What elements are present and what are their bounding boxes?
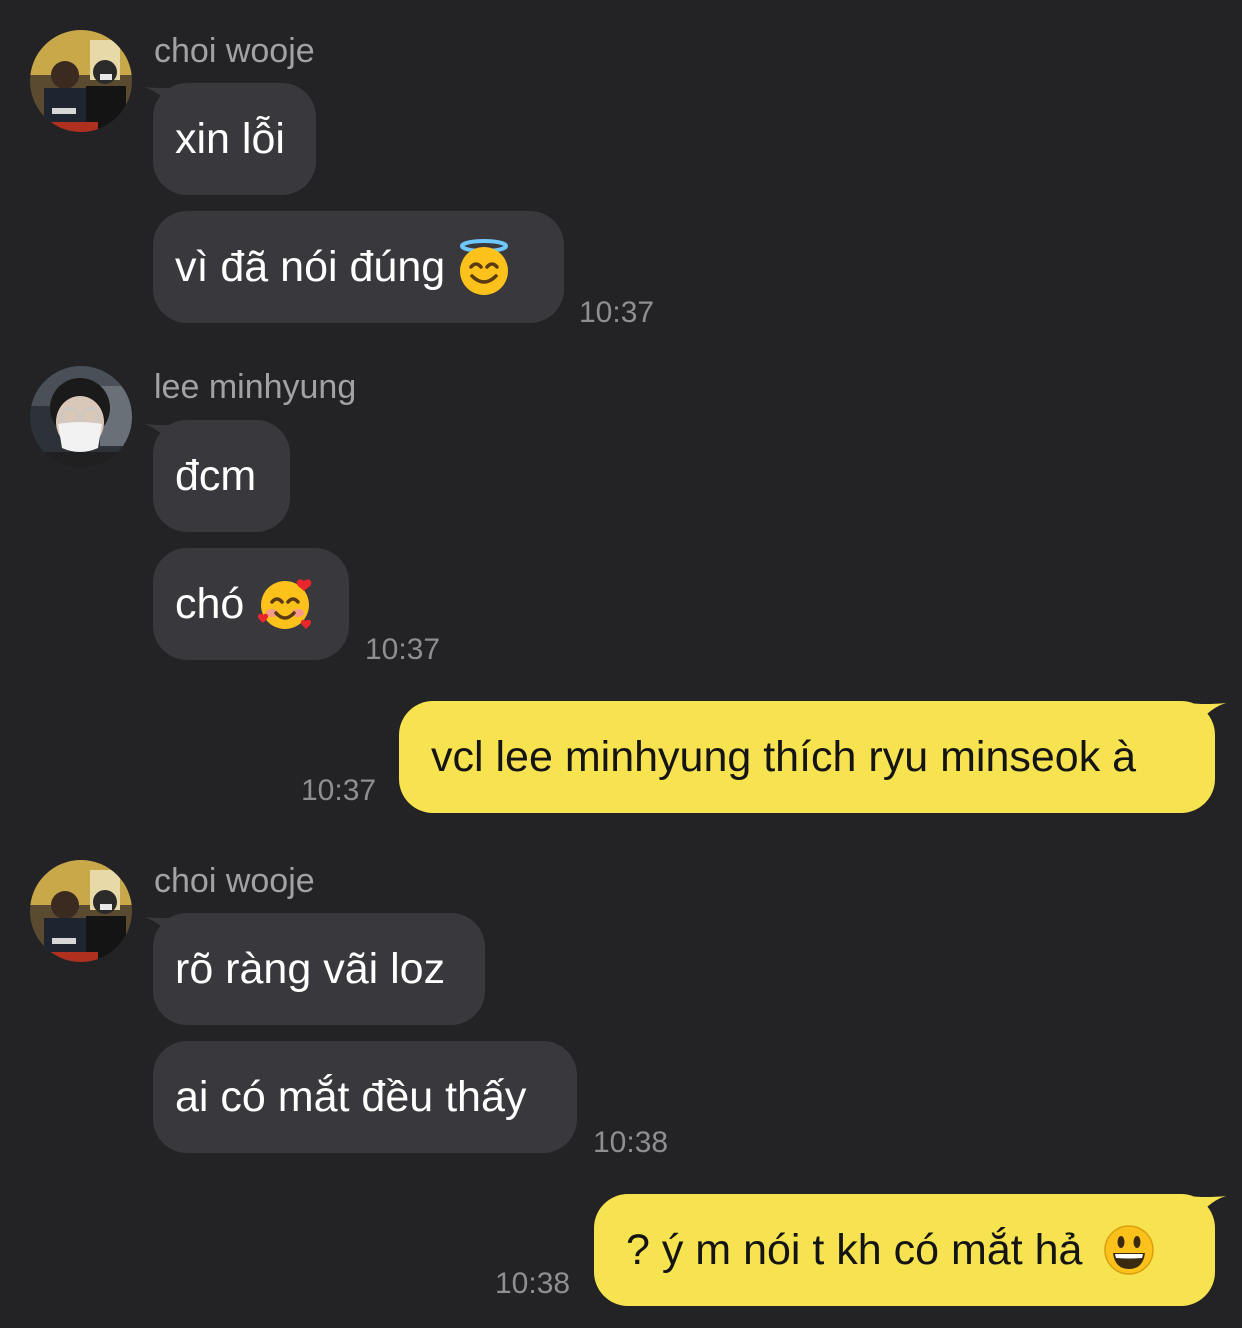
incoming-message-bubble[interactable]: chó <box>153 548 349 660</box>
incoming-message-bubble[interactable]: xin lỗi <box>144 83 316 195</box>
incoming-message-bubble[interactable]: vì đã nói đúng <box>153 211 564 323</box>
bubble-tail-icon <box>1190 703 1226 735</box>
incoming-message-bubble[interactable]: ai có mắt đều thấy <box>153 1041 577 1153</box>
outgoing-message-bubble[interactable]: vcl lee minhyung thích ryu minseok à <box>399 701 1226 813</box>
incoming-message-bubble[interactable]: đcm <box>144 420 290 532</box>
message-text: xin lỗi <box>175 115 285 163</box>
message-timestamp: 10:37 <box>365 633 441 666</box>
message-text: ? ý m nói t kh có mắt hả <box>626 1226 1083 1274</box>
message-text: rõ ràng vãi loz <box>175 945 446 993</box>
profile-photo-icon <box>30 30 132 132</box>
smiling-face-with-halo-icon <box>460 238 509 295</box>
profile-photo-icon <box>30 366 132 468</box>
sender-name: choi wooje <box>154 862 315 900</box>
message-timestamp: 10:38 <box>593 1126 669 1159</box>
message-timestamp: 10:38 <box>495 1267 571 1300</box>
bubble-tail-icon <box>144 424 178 454</box>
message-text: vì đã nói đúng <box>175 243 446 291</box>
grinning-face-icon <box>1104 1224 1155 1275</box>
incoming-message-bubble[interactable]: rõ ràng vãi loz <box>144 913 485 1025</box>
outgoing-message-bubble[interactable]: ? ý m nói t kh có mắt hả <box>594 1194 1226 1306</box>
message-text: ai có mắt đều thấy <box>175 1073 527 1121</box>
smiling-face-with-hearts-icon <box>258 579 312 629</box>
avatar-lee-minhyung[interactable] <box>30 366 132 468</box>
message-text: vcl lee minhyung thích ryu minseok à <box>431 733 1137 781</box>
message-timestamp: 10:37 <box>301 774 377 807</box>
sender-name: lee minhyung <box>154 368 357 406</box>
sender-name: choi wooje <box>154 32 315 70</box>
message-timestamp: 10:37 <box>579 296 655 329</box>
avatar-choi-wooje[interactable] <box>30 30 132 132</box>
bubble-tail-icon <box>1190 1196 1226 1228</box>
bubble-tail-icon <box>144 917 178 947</box>
message-text: đcm <box>175 452 257 500</box>
profile-photo-icon <box>30 860 132 962</box>
message-text: chó <box>175 580 245 628</box>
bubble-tail-icon <box>144 87 178 117</box>
avatar-choi-wooje[interactable] <box>30 860 132 962</box>
